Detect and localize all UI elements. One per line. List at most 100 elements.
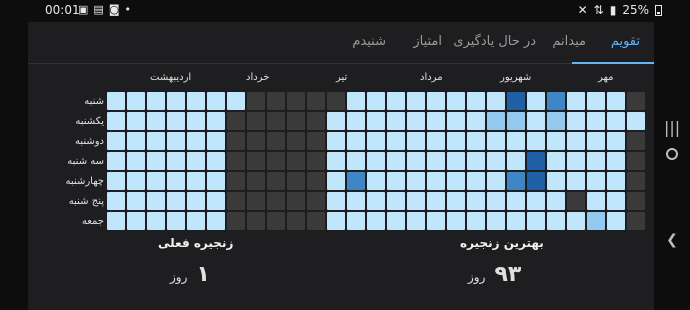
heatmap-cell: [267, 112, 285, 130]
mute-icon: ✕: [577, 3, 588, 17]
heatmap-cell: [107, 112, 125, 130]
dot-icon: •: [124, 3, 132, 16]
heatmap-cell: [627, 212, 645, 230]
heatmap-cell: [607, 212, 625, 230]
heatmap-cell: [347, 132, 365, 150]
heatmap-cell: [307, 152, 325, 170]
current-streak-title: زنجیره فعلی: [158, 236, 234, 250]
heatmap-cell: [107, 152, 125, 170]
heatmap-cell: [407, 152, 425, 170]
heatmap-cell: [627, 172, 645, 190]
heatmap-cell: [327, 152, 345, 170]
current-streak-value: ۱ روز: [170, 262, 210, 287]
heatmap-cell: [347, 212, 365, 230]
battery-percent: 25%: [622, 3, 649, 17]
tab-calendar[interactable]: تقویم: [611, 34, 640, 49]
heatmap-cell: [387, 152, 405, 170]
heatmap-cell: [267, 152, 285, 170]
month-label: تیر: [336, 72, 348, 83]
heatmap-cell: [467, 152, 485, 170]
heatmap-cell: [527, 212, 545, 230]
heatmap-cell: [127, 132, 145, 150]
heatmap-cell: [327, 212, 345, 230]
heatmap-cell: [207, 192, 225, 210]
heatmap-cell: [287, 132, 305, 150]
heatmap-cell: [427, 192, 445, 210]
tab-learning[interactable]: در حال یادگیری: [453, 34, 536, 49]
day-labels: شنبه یکشنبه دوشنبه سه شنبه چهارشنبه پنج …: [44, 94, 104, 234]
heatmap-cell: [187, 152, 205, 170]
heatmap-cell: [147, 172, 165, 190]
heatmap-cell: [147, 112, 165, 130]
heatmap-cell: [327, 172, 345, 190]
heatmap-cell: [607, 192, 625, 210]
heatmap-cell: [327, 92, 345, 110]
heatmap-cell: [527, 192, 545, 210]
heatmap-cell: [107, 92, 125, 110]
heatmap-cell: [107, 172, 125, 190]
heatmap-cell: [467, 192, 485, 210]
heatmap-cell: [587, 112, 605, 130]
tab-known[interactable]: میدانم: [552, 34, 586, 49]
heatmap-cell: [487, 212, 505, 230]
best-streak-unit: روز: [468, 270, 486, 284]
heatmap-cell: [307, 132, 325, 150]
heatmap-cell: [327, 132, 345, 150]
month-label: مهر: [598, 72, 614, 83]
heatmap-cell: [447, 172, 465, 190]
back-button[interactable]: ❮: [664, 232, 680, 254]
heatmap-cell: [467, 112, 485, 130]
tab-heard[interactable]: شنیدم: [352, 34, 386, 49]
heatmap-cell: [347, 112, 365, 130]
heatmap-cell: [547, 152, 565, 170]
heatmap-cell: [367, 92, 385, 110]
data-icon: ⇅: [593, 3, 604, 17]
instagram-icon: ◙: [108, 3, 120, 16]
heatmap-cell: [187, 132, 205, 150]
month-label: اردیبهشت: [150, 72, 192, 83]
heatmap-cell: [507, 112, 525, 130]
heatmap-cell: [247, 212, 265, 230]
signal-icon: ▮: [609, 3, 617, 17]
heatmap-cell: [247, 132, 265, 150]
heatmap-cell: [487, 112, 505, 130]
heatmap-cell: [267, 132, 285, 150]
heatmap-cell: [627, 132, 645, 150]
heatmap-cell: [147, 92, 165, 110]
recents-button[interactable]: |||: [664, 118, 680, 140]
heatmap-cell: [187, 172, 205, 190]
heatmap-cell: [547, 132, 565, 150]
home-button[interactable]: [664, 145, 680, 167]
heatmap-cell: [287, 92, 305, 110]
heatmap-cell: [267, 92, 285, 110]
tab-bar: تقویم میدانم در حال یادگیری امتیاز شنیدم: [28, 22, 654, 64]
heatmap-cell: [607, 152, 625, 170]
heatmap-cell: [287, 172, 305, 190]
heatmap-cell: [127, 92, 145, 110]
heatmap-cell: [207, 92, 225, 110]
heatmap-cell: [227, 172, 245, 190]
heatmap-cell: [347, 172, 365, 190]
heatmap-cell: [427, 172, 445, 190]
month-label: خرداد: [246, 72, 270, 83]
heatmap-cell: [547, 212, 565, 230]
status-right: ✕ ⇅ ▮ 25%: [578, 3, 662, 17]
heatmap-cell: [247, 152, 265, 170]
heatmap-cell: [547, 92, 565, 110]
heatmap-cell: [467, 92, 485, 110]
heatmap-cell: [307, 112, 325, 130]
heatmap-cell: [147, 212, 165, 230]
heatmap-cell: [587, 152, 605, 170]
heatmap-cell: [607, 172, 625, 190]
heatmap-cell: [627, 192, 645, 210]
tab-score[interactable]: امتیاز: [413, 34, 442, 49]
heatmap-cell: [207, 132, 225, 150]
month-label: شهریور: [500, 72, 532, 83]
heatmap-cell: [467, 212, 485, 230]
heatmap-cell: [247, 92, 265, 110]
heatmap-cell: [127, 192, 145, 210]
heatmap-cell: [587, 172, 605, 190]
heatmap-cell: [187, 92, 205, 110]
heatmap-cell: [527, 92, 545, 110]
heatmap-cell: [327, 112, 345, 130]
